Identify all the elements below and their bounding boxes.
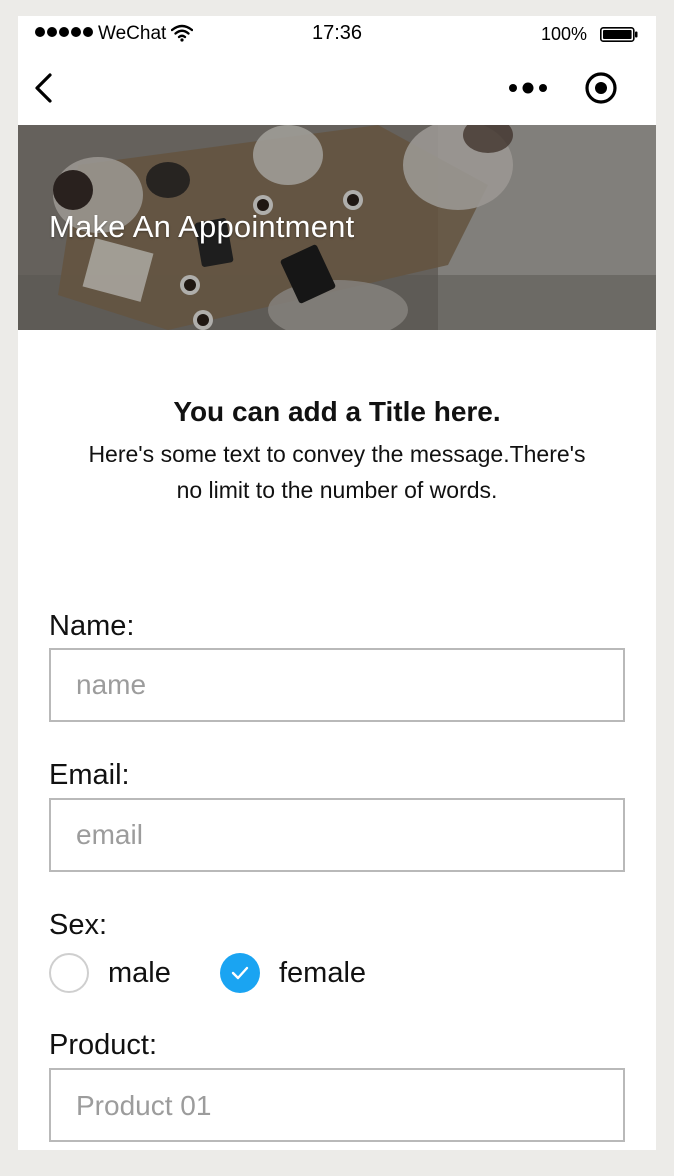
status-bar: WeChat 17:36 100% [18, 16, 656, 52]
name-label: Name: [49, 610, 135, 642]
radio-option-female[interactable]: female [220, 951, 366, 995]
email-input[interactable] [49, 798, 625, 872]
back-arrow-icon[interactable] [32, 70, 56, 106]
radio-checked-icon[interactable] [220, 953, 260, 993]
more-dots-icon[interactable] [508, 80, 548, 96]
phone-screen: WeChat 17:36 100% Make An Appointment Yo… [18, 16, 656, 1150]
section-title: You can add a Title here. [173, 396, 501, 427]
target-icon[interactable] [584, 71, 618, 105]
product-label: Product: [49, 1029, 157, 1061]
sex-label: Sex: [49, 909, 108, 941]
check-icon [231, 966, 249, 980]
radio-label-male: male [108, 956, 171, 989]
product-select[interactable]: Product 01 [49, 1068, 625, 1142]
radio-label-female: female [279, 956, 367, 989]
battery-icon [600, 27, 638, 42]
nav-bar [18, 52, 656, 125]
section-description: Here's some text to convey the message.T… [88, 441, 586, 503]
email-label: Email: [49, 759, 130, 791]
battery-percentage: 100% [541, 24, 588, 44]
banner-title: Make An Appointment [49, 209, 355, 244]
product-select-value: Product 01 [76, 1090, 212, 1121]
banner-image: Make An Appointment [18, 125, 656, 330]
name-input[interactable] [49, 648, 625, 722]
radio-option-male[interactable]: male [49, 951, 171, 995]
sex-radio-group: male female [49, 951, 625, 995]
radio-unchecked-icon[interactable] [49, 953, 89, 993]
